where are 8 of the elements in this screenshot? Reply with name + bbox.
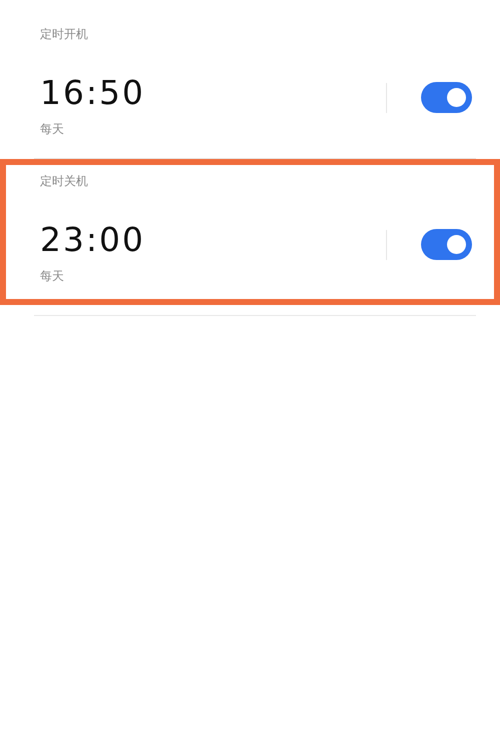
repeat-label: 每天 <box>40 268 65 285</box>
toggle-switch[interactable] <box>421 229 472 260</box>
time-label: 23:00 <box>40 222 146 258</box>
repeat-label: 每天 <box>40 121 65 138</box>
toggle-switch[interactable] <box>421 82 472 113</box>
time-label: 16:50 <box>40 75 146 111</box>
section-title: 定时开机 <box>40 26 89 43</box>
section-title: 定时关机 <box>40 173 89 190</box>
